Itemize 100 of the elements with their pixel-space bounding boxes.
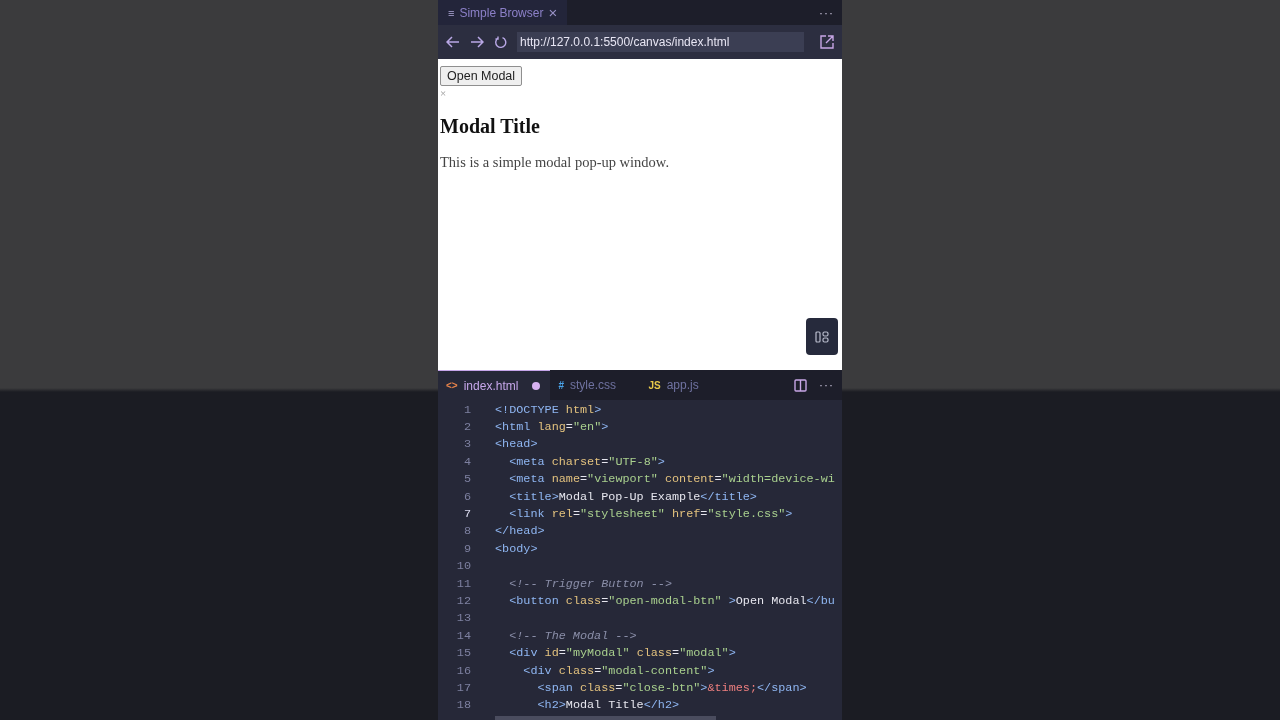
code-tag: </bu [806,594,835,608]
modal-text: This is a simple modal pop-up window. [440,154,671,171]
code-comment: <!-- Trigger Button --> [508,576,672,591]
code-attribute: href [671,507,701,522]
code-tag: <h2> [495,698,566,713]
code-tag: <div [495,663,559,678]
code-tag: </h2> [643,698,680,713]
code-tag: > [700,680,708,695]
modal-title: Modal Title [440,115,541,138]
line-number: 6 [462,489,471,504]
more-button[interactable]: ··· [811,5,842,20]
file-tab[interactable]: JS app.js [640,370,731,400]
code-string: "close-btn" [622,680,701,695]
line-number: 3 [462,437,471,452]
code-attribute: class [579,680,616,695]
code-text: = [579,472,588,487]
code-attribute: class [565,594,602,608]
code-text: = [558,646,566,661]
line-number: 10 [455,559,471,574]
code-tag: <!DOCTYPE [495,402,566,417]
file-tab[interactable]: <> index.html [438,370,551,400]
code-tag: </span> [757,680,807,695]
line-number: 18 [455,698,471,713]
layout-button[interactable] [806,318,838,355]
code-text: = [700,507,708,522]
back-icon[interactable] [446,36,460,48]
line-number: 15 [455,646,471,661]
code-string: "modal" [679,646,729,661]
code-comment: <!-- The Modal --> [508,628,637,643]
code-string: "myModal" [565,646,630,661]
code-attribute: id [544,646,559,661]
layout-icon [815,330,829,343]
code-attribute: rel [551,507,573,522]
line-number: 1 [462,402,471,417]
open-modal-button[interactable]: Open Modal [440,66,523,86]
file-tab[interactable]: # style.css [550,370,641,400]
code-tag: <head> [495,437,538,452]
more-button[interactable]: ··· [811,378,842,392]
code-string: "en" [572,420,602,435]
line-number: 5 [462,472,471,487]
line-number: 12 [455,594,471,608]
code-tag: > [601,420,609,435]
line-number: 7 [462,507,471,522]
code-tag: <button [495,594,566,608]
code-tag: <div [495,646,545,661]
browser-tab[interactable]: ≡ Simple Browser × [438,0,568,25]
code-entity: &times; [707,680,757,695]
code-string: "modal-content" [601,663,708,678]
line-number: 11 [455,576,471,591]
code-text: = [672,646,680,661]
code-string: "stylesheet" [580,507,665,522]
code-tag: > [707,663,715,678]
code-string: "open-modal-btn" [608,594,722,608]
code-tag: </head> [495,524,545,539]
code-tag: > [785,507,793,522]
code-text: = [594,663,602,678]
code-text: Modal Title [565,698,644,713]
code-string: "style.css" [707,507,786,522]
code-text: = [565,420,573,435]
code-tag: > [721,594,736,608]
line-number: 14 [455,628,471,643]
code-attribute: lang [537,420,566,435]
code-tag: <meta [495,472,552,487]
code-tag: <title> [495,489,559,504]
line-number: 17 [455,680,471,695]
scrollbar[interactable] [495,716,716,720]
code-text: Open Modal [735,594,807,608]
code-string: "viewport" [587,472,658,487]
code-tag: </title> [700,489,757,504]
code-attribute: name [551,472,580,487]
code-string: "width=device-wi [721,472,835,487]
code-tag: > [594,402,602,417]
code-string: "UTF-8" [608,454,658,469]
code-text: = [714,472,722,487]
reload-icon[interactable] [494,35,507,49]
code-attribute: charset [551,454,602,469]
code-text: = [615,680,623,695]
code-text: Modal Pop-Up Example [558,489,701,504]
code-tag: <span [495,680,580,695]
code-tag: <meta [495,454,552,469]
line-number: 2 [462,420,471,435]
forward-icon[interactable] [470,36,484,48]
line-number: 13 [455,611,471,626]
code-tag: > [728,646,736,661]
open-external-icon[interactable] [820,35,834,49]
code-text: = [572,507,580,522]
line-number: 16 [455,663,471,678]
code-tag: <html [495,420,538,435]
line-number: 4 [462,454,471,469]
split-editor-icon[interactable] [794,378,807,392]
code-text: = [601,454,609,469]
code-attribute: class [558,663,595,678]
code-tag: <link [495,507,552,522]
code-text: = [601,594,609,608]
code-attribute: class [635,646,673,661]
url-field[interactable]: http://127.0.0.1:5500/canvas/index.html [517,32,804,52]
code-tag: <body> [495,541,538,556]
code-attribute: html [565,402,595,417]
code-attribute: content [663,472,715,487]
line-number: 8 [462,524,471,539]
